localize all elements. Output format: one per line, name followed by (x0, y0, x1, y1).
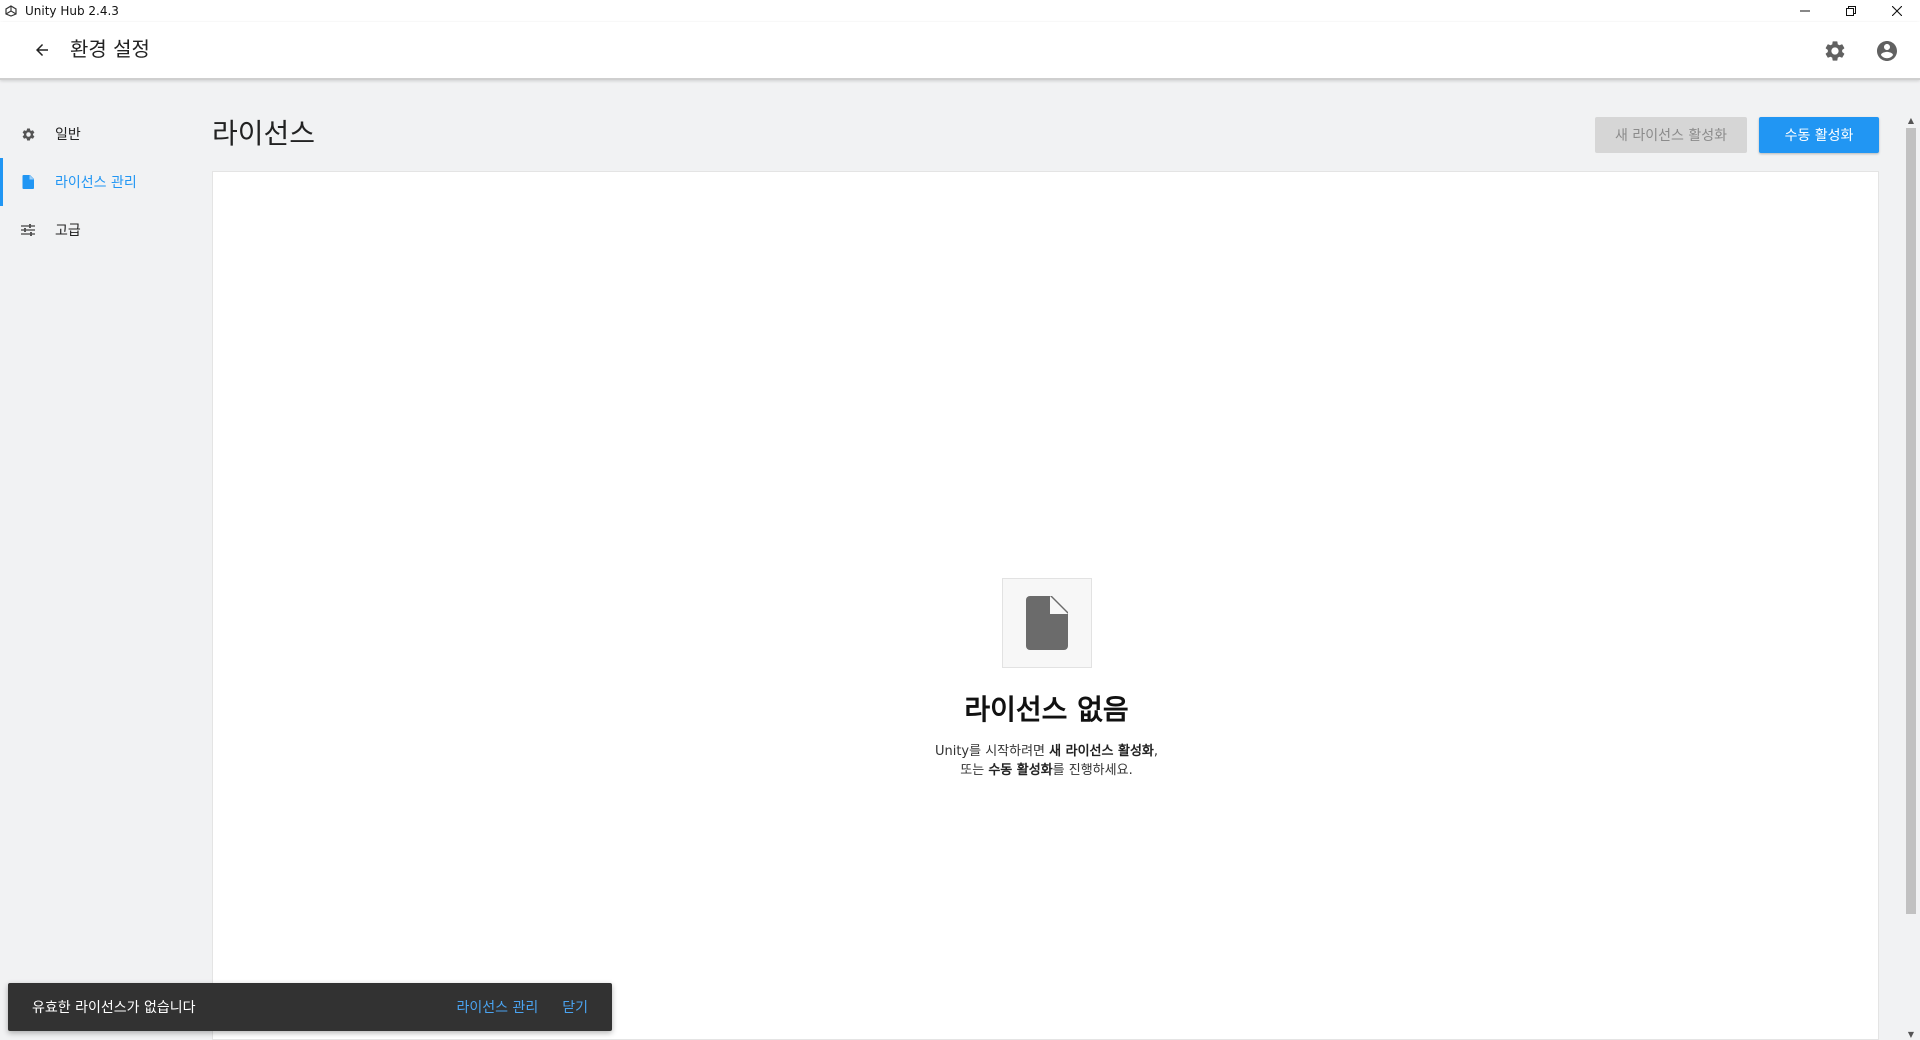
arrow-left-icon (36, 44, 48, 56)
restore-icon (1846, 6, 1856, 16)
account-button[interactable] (1870, 34, 1904, 68)
window-titlebar: Unity Hub 2.4.3 (0, 0, 1920, 22)
sidebar-item-label: 고급 (55, 223, 81, 239)
snackbar-close-link[interactable]: 닫기 (562, 997, 588, 1017)
description-text: 를 진행하세요. (1052, 763, 1133, 778)
gear-icon (18, 124, 38, 144)
unity-logo-icon (4, 4, 18, 18)
sidebar-item-advanced[interactable]: 고급 (0, 206, 212, 254)
page-header-title: 환경 설정 (70, 36, 150, 61)
close-button[interactable] (1874, 0, 1920, 22)
scroll-up-arrow-icon[interactable]: ▲ (1904, 114, 1918, 126)
file-icon (1025, 596, 1068, 650)
description-text: 또는 (960, 763, 989, 778)
scrollbar-thumb[interactable] (1906, 128, 1916, 914)
description-emphasis: 수동 활성화 (988, 763, 1053, 778)
close-icon (1892, 6, 1902, 16)
settings-button[interactable] (1818, 34, 1852, 68)
sliders-icon (18, 220, 38, 240)
description-text: , (1153, 744, 1159, 759)
empty-state: 라이선스 없음 Unity를 시작하려면 새 라이선스 활성화, 또는 수동 활… (213, 578, 1880, 780)
vertical-scrollbar[interactable]: ▲ ▼ (1904, 114, 1918, 1040)
sidebar-item-label: 라이선스 관리 (55, 175, 137, 191)
snackbar-message: 유효한 라이선스가 없습니다 (32, 1000, 196, 1016)
description-text: Unity를 시작하려면 (934, 744, 1050, 759)
scroll-down-arrow-icon[interactable]: ▼ (1904, 1028, 1918, 1040)
header-actions (1818, 34, 1904, 68)
file-icon (18, 172, 38, 192)
app-header: 환경 설정 (0, 22, 1920, 80)
snackbar: 유효한 라이선스가 없습니다 라이선스 관리 닫기 (8, 983, 612, 1031)
account-circle-icon (1877, 41, 1897, 61)
new-license-button[interactable]: 새 라이선스 활성화 (1595, 117, 1747, 153)
sidebar-item-general[interactable]: 일반 (0, 110, 212, 158)
description-emphasis: 새 라이선스 활성화 (1049, 744, 1154, 759)
window-title: Unity Hub 2.4.3 (25, 4, 119, 18)
gear-icon (1825, 41, 1845, 61)
minimize-button[interactable] (1782, 0, 1828, 22)
empty-state-icon-box (1001, 578, 1092, 668)
back-button[interactable] (22, 30, 62, 70)
license-list-panel: 라이선스 없음 Unity를 시작하려면 새 라이선스 활성화, 또는 수동 활… (212, 171, 1879, 1040)
empty-state-title: 라이선스 없음 (964, 693, 1129, 726)
sidebar-item-label: 일반 (55, 127, 81, 143)
minimize-icon (1800, 10, 1810, 12)
sidebar: 일반 라이선스 관리 고급 (0, 110, 212, 254)
page-title: 라이선스 (212, 117, 316, 150)
manual-activation-button[interactable]: 수동 활성화 (1759, 117, 1879, 153)
snackbar-manage-license-link[interactable]: 라이선스 관리 (457, 997, 539, 1017)
restore-button[interactable] (1828, 0, 1874, 22)
sidebar-item-license[interactable]: 라이선스 관리 (0, 158, 212, 206)
window-controls (1782, 0, 1920, 22)
empty-state-description: Unity를 시작하려면 새 라이선스 활성화, 또는 수동 활성화를 진행하세… (213, 742, 1880, 780)
